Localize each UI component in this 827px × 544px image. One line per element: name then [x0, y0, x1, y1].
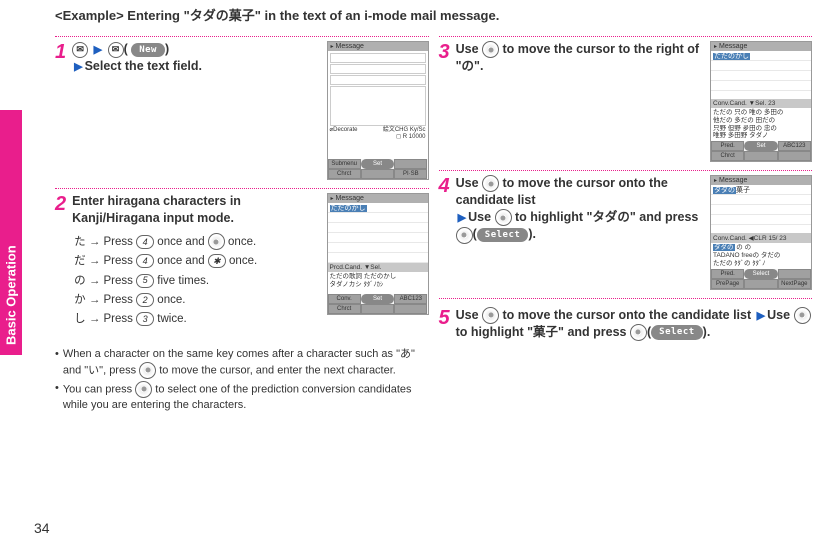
step2-keystrokes: た → Press 4 once and once. だ → Press 4 o…: [74, 233, 318, 329]
step2-notes: • When a character on the same key comes…: [55, 347, 429, 413]
step-number-1: 1: [55, 41, 66, 63]
divider: [55, 36, 429, 37]
key-4: 4: [136, 235, 154, 249]
nav-triangle-icon: ▶: [458, 212, 466, 224]
dpad-icon: [135, 381, 152, 398]
example-header: <Example> Entering "タダの菓子" in the text o…: [55, 5, 812, 24]
mail-icon: [72, 42, 88, 58]
step-number-3: 3: [439, 41, 450, 63]
step-number-5: 5: [439, 307, 450, 329]
phone-screenshot-2: Message ただのかし Prcd.Cand. ▼Sel. ただの歌詞 ただの…: [327, 193, 429, 315]
phone-screenshot-4: Message タダの菓子 Conv.Cand. ◀CLR 15/ 23 タダの…: [710, 175, 812, 289]
nav-triangle-icon: ▶: [74, 61, 82, 73]
nav-triangle-icon: ▶: [94, 44, 102, 56]
dpad-icon: [208, 233, 225, 250]
dpad-icon: [482, 307, 499, 324]
mail-icon: [108, 42, 124, 58]
nav-triangle-icon: ▶: [757, 310, 765, 322]
key-star: ✱: [208, 254, 226, 268]
phone-screenshot-1: Message ⌀Decorate 絵文CHG Ky/Sc ◻ R 10000: [327, 41, 429, 180]
side-tab: Basic Operation: [0, 110, 22, 390]
dpad-icon: [482, 41, 499, 58]
select-pill: Select: [477, 228, 529, 242]
select-pill: Select: [651, 325, 703, 339]
dpad-icon: [495, 209, 512, 226]
step-number-2: 2: [55, 193, 66, 215]
phone-screenshot-3: Message ただのかし Conv.Cand. ▼Sel. 23 ただの 只の…: [710, 41, 812, 162]
step-number-4: 4: [439, 175, 450, 197]
divider: [439, 36, 813, 37]
key-5: 5: [136, 274, 154, 288]
dpad-icon: [794, 307, 811, 324]
side-tab-label: Basic Operation: [0, 235, 22, 355]
key-2: 2: [136, 293, 154, 307]
dpad-icon: [139, 362, 156, 379]
divider: [439, 170, 813, 171]
dpad-icon: [456, 227, 473, 244]
step2-title: Enter hiragana characters in Kanji/Hirag…: [72, 193, 318, 227]
key-3: 3: [136, 312, 154, 326]
key-4: 4: [136, 254, 154, 268]
divider: [439, 298, 813, 299]
dpad-icon: [482, 175, 499, 192]
divider: [55, 188, 429, 189]
dpad-icon: [630, 324, 647, 341]
step1-select-text: Select the text field.: [85, 59, 202, 73]
new-pill: New: [131, 43, 165, 57]
side-tab-decoration: [0, 110, 22, 235]
page-number: 34: [34, 520, 50, 536]
